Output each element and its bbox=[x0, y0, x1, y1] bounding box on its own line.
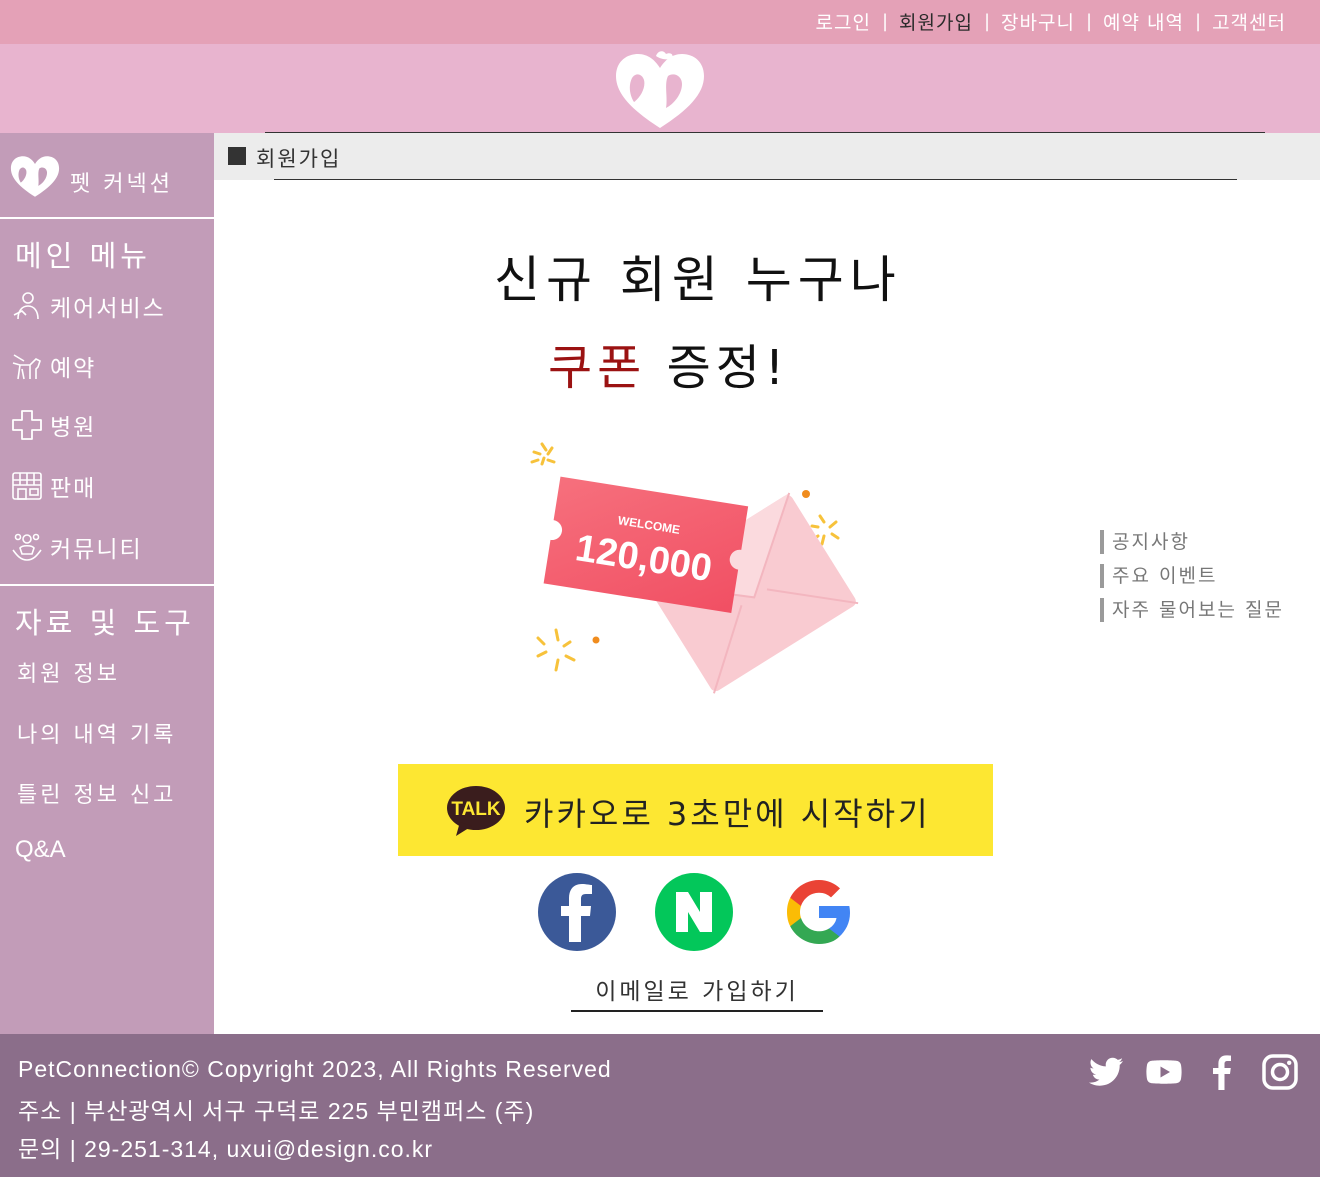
sidebar-item-label: 커뮤니티 bbox=[50, 537, 143, 563]
pet-logo-icon[interactable] bbox=[612, 48, 708, 132]
sidebar-item-label: 예약 bbox=[50, 356, 97, 382]
side-link-faq[interactable]: 자주 물어보는 질문 bbox=[1100, 598, 1284, 622]
email-signup-link[interactable]: 이메일로 가입하기 bbox=[571, 972, 823, 1012]
brand-name: 펫 커넥션 bbox=[70, 172, 173, 197]
care-icon bbox=[13, 292, 39, 320]
promo-subheadline: 쿠폰 증정! bbox=[548, 328, 789, 398]
side-links: 공지사항 주요 이벤트 자주 물어보는 질문 bbox=[1100, 530, 1284, 632]
top-nav-item-cart[interactable]: 장바구니 | bbox=[1001, 8, 1103, 35]
top-nav-separator: | bbox=[983, 11, 991, 32]
facebook-icon[interactable] bbox=[1202, 1052, 1242, 1092]
support-link[interactable]: 고객센터 bbox=[1212, 8, 1286, 35]
dog-icon bbox=[12, 354, 41, 380]
twitter-icon[interactable] bbox=[1086, 1052, 1126, 1092]
top-navigation: 로그인 | 회원가입 | 장바구니 | 예약 내역 | 고객센터 bbox=[0, 0, 1320, 44]
sidebar: 펫 커넥션 메인 메뉴 케어서비스 예약 병원 판매 커뮤니티 자료 및 도구 … bbox=[0, 133, 214, 1034]
sidebar-item-label: 판매 bbox=[50, 476, 97, 502]
footer-address: 주소 | 부산광역시 서구 구덕로 225 부민캠퍼스 (주) bbox=[18, 1098, 535, 1124]
youtube-icon[interactable] bbox=[1144, 1052, 1184, 1092]
coupon-envelope-illustration: WELCOME 120,000 bbox=[530, 442, 859, 694]
promo-highlight: 쿠폰 bbox=[548, 340, 647, 396]
kakao-badge-text: TALK bbox=[451, 799, 501, 820]
google-signup-button[interactable] bbox=[778, 872, 858, 952]
sidebar-item-hospital[interactable]: 병원 bbox=[10, 408, 96, 442]
google-icon bbox=[787, 880, 850, 944]
top-nav-item-signup[interactable]: 회원가입 | bbox=[899, 8, 1001, 35]
top-nav-item-reservations[interactable]: 예약 내역 | bbox=[1103, 8, 1212, 35]
signup-link[interactable]: 회원가입 bbox=[899, 8, 973, 35]
top-nav-item-support[interactable]: 고객센터 bbox=[1212, 8, 1286, 35]
footer-copyright: PetConnection© Copyright 2023, All Right… bbox=[18, 1056, 612, 1082]
breadcrumb-bottom-rule bbox=[274, 179, 1237, 180]
sidebar-brand[interactable]: 펫 커넥션 bbox=[0, 133, 214, 219]
sidebar-divider bbox=[0, 584, 214, 586]
sidebar-item-label: 병원 bbox=[50, 415, 97, 441]
cross-icon bbox=[12, 410, 42, 440]
sidebar-item-report[interactable]: 틀린 정보 신고 bbox=[17, 777, 176, 809]
sidebar-item-qna[interactable]: Q&A bbox=[15, 836, 66, 864]
breadcrumb bbox=[214, 133, 1320, 180]
main-menu-title: 메인 메뉴 bbox=[15, 239, 151, 273]
store-icon bbox=[12, 472, 42, 500]
side-link-notice[interactable]: 공지사항 bbox=[1100, 530, 1284, 554]
promo-headline: 신규 회원 누구나 bbox=[494, 251, 902, 309]
breadcrumb-top-rule bbox=[265, 132, 1265, 133]
community-icon bbox=[12, 533, 42, 561]
square-bullet-icon bbox=[228, 147, 246, 165]
sidebar-item-label: 케어서비스 bbox=[50, 296, 166, 322]
promo-rest: 증정! bbox=[666, 340, 790, 396]
reservations-link[interactable]: 예약 내역 bbox=[1103, 8, 1184, 35]
sidebar-item-care[interactable]: 케어서비스 bbox=[10, 289, 166, 323]
header-banner bbox=[0, 44, 1320, 133]
sidebar-item-member-info[interactable]: 회원 정보 bbox=[17, 656, 120, 688]
login-link[interactable]: 로그인 bbox=[816, 8, 871, 35]
top-nav-separator: | bbox=[1195, 11, 1202, 32]
top-nav-separator: | bbox=[1085, 11, 1093, 32]
top-nav-separator: | bbox=[881, 11, 889, 32]
facebook-signup-button[interactable] bbox=[537, 872, 617, 952]
tools-title: 자료 및 도구 bbox=[15, 606, 195, 640]
cart-link[interactable]: 장바구니 bbox=[1001, 8, 1075, 35]
footer-social-icons bbox=[1068, 1052, 1300, 1092]
footer: PetConnection© Copyright 2023, All Right… bbox=[0, 1034, 1320, 1177]
sidebar-item-reservation[interactable]: 예약 bbox=[10, 349, 96, 383]
top-nav-list: 로그인 | 회원가입 | 장바구니 | 예약 내역 | 고객센터 bbox=[816, 8, 1287, 35]
sidebar-item-history[interactable]: 나의 내역 기록 bbox=[17, 717, 176, 749]
sidebar-item-shop[interactable]: 판매 bbox=[10, 469, 96, 503]
instagram-icon[interactable] bbox=[1260, 1052, 1300, 1092]
breadcrumb-label: 회원가입 bbox=[256, 147, 342, 171]
pet-logo-icon bbox=[10, 156, 60, 197]
sidebar-item-community[interactable]: 커뮤니티 bbox=[10, 530, 143, 564]
top-nav-item-login[interactable]: 로그인 | bbox=[816, 8, 900, 35]
footer-contact: 문의 | 29-251-314, uxui@design.co.kr bbox=[18, 1136, 434, 1162]
side-link-events[interactable]: 주요 이벤트 bbox=[1100, 564, 1284, 588]
kakao-talk-icon: TALK bbox=[447, 786, 505, 836]
kakao-signup-label: 카카오로 3초만에 시작하기 bbox=[524, 795, 931, 833]
kakao-signup-button[interactable]: TALK 카카오로 3초만에 시작하기 bbox=[398, 764, 993, 856]
naver-signup-button[interactable] bbox=[654, 872, 734, 952]
